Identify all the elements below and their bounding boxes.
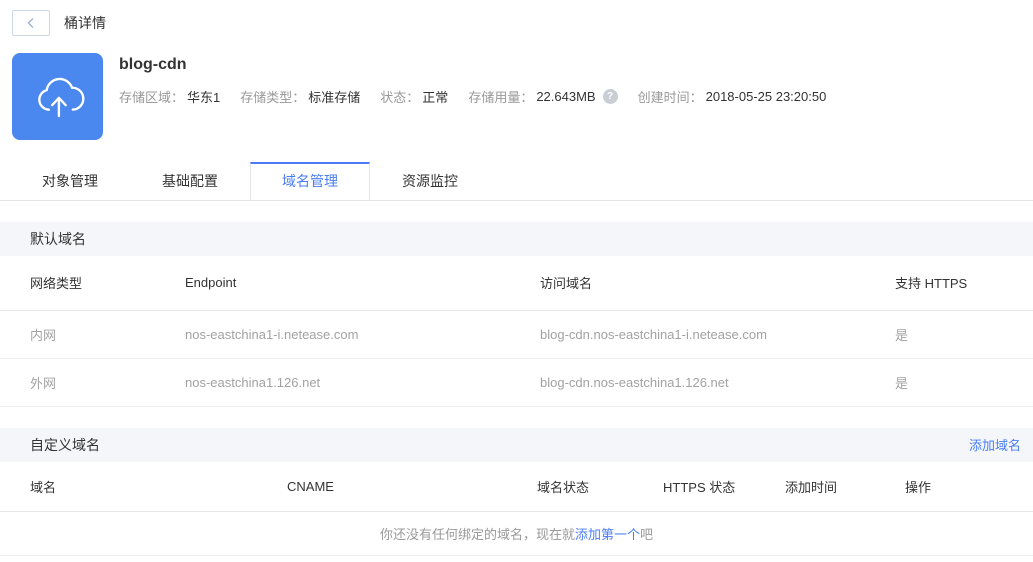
- bucket-header: blog-cdn 存储区域： 华东1 存储类型： 标准存储 状态： 正常 存储用…: [12, 53, 1033, 140]
- bucket-info-row: 存储区域： 华东1 存储类型： 标准存储 状态： 正常 存储用量： 22.643…: [119, 87, 846, 106]
- storage-usage-value: 22.643MB: [536, 89, 596, 104]
- column-domain-status: 域名状态: [537, 461, 663, 512]
- network-type-cell: 内网: [0, 310, 185, 359]
- bucket-name: blog-cdn: [119, 56, 187, 73]
- storage-type-value: 标准存储: [308, 90, 361, 105]
- storage-type-label: 存储类型：: [240, 90, 306, 105]
- column-endpoint: Endpoint: [185, 256, 540, 311]
- info-storage-type: 存储类型： 标准存储: [240, 87, 360, 106]
- empty-state: 你还没有任何绑定的域名，现在就添加第一个吧: [0, 511, 1033, 556]
- storage-region-label: 存储区域：: [119, 90, 185, 105]
- column-actions: 操作: [905, 461, 1033, 512]
- info-status: 状态： 正常: [380, 87, 448, 106]
- empty-state-text-suffix: 吧: [640, 527, 654, 542]
- column-add-time: 添加时间: [785, 461, 905, 512]
- chevron-left-icon: [25, 17, 37, 29]
- storage-region-value: 华东1: [187, 90, 221, 105]
- default-domains-section-bar: 默认域名: [0, 222, 1033, 256]
- tab-resource-monitor[interactable]: 资源监控: [370, 162, 490, 200]
- bucket-meta: blog-cdn 存储区域： 华东1 存储类型： 标准存储 状态： 正常 存储用…: [119, 53, 846, 140]
- default-domains-table: 网络类型 Endpoint 访问域名 支持 HTTPS 内网 nos-eastc…: [0, 256, 1033, 407]
- column-access-domain: 访问域名: [540, 256, 895, 311]
- created-time-value: 2018-05-25 23:20:50: [705, 89, 827, 104]
- bucket-icon: [12, 53, 103, 140]
- column-https-status: HTTPS 状态: [663, 461, 785, 512]
- https-support-cell: 是: [895, 358, 1033, 407]
- tab-bar: 对象管理 基础配置 域名管理 资源监控: [0, 162, 1033, 201]
- tab-domain-management[interactable]: 域名管理: [250, 162, 370, 200]
- column-domain: 域名: [0, 461, 287, 512]
- help-icon[interactable]: ?: [602, 89, 618, 104]
- page-title: 桶详情: [64, 15, 106, 31]
- endpoint-cell: nos-eastchina1.126.net: [185, 358, 540, 407]
- tab-object-management[interactable]: 对象管理: [10, 162, 130, 200]
- column-https-support: 支持 HTTPS: [895, 256, 1033, 311]
- topbar: 桶详情: [0, 0, 1033, 36]
- info-created-time: 创建时间： 2018-05-25 23:20:50: [638, 87, 827, 106]
- tab-basic-config[interactable]: 基础配置: [130, 162, 250, 200]
- status-label: 状态：: [380, 90, 420, 105]
- empty-state-text-prefix: 你还没有任何绑定的域名，现在就: [379, 527, 575, 542]
- table-row: 外网 nos-eastchina1.126.net blog-cdn.nos-e…: [0, 358, 1033, 407]
- add-domain-button[interactable]: 添加域名: [969, 435, 1021, 454]
- table-row: 内网 nos-eastchina1-i.netease.com blog-cdn…: [0, 310, 1033, 359]
- info-storage-usage: 存储用量： 22.643MB ?: [468, 87, 618, 106]
- custom-domains-table: 域名 CNAME 域名状态 HTTPS 状态 添加时间 操作 你还没有任何绑定的…: [0, 461, 1033, 556]
- network-type-cell: 外网: [0, 358, 185, 407]
- custom-domains-section-bar: 自定义域名 添加域名: [0, 427, 1033, 462]
- status-value: 正常: [422, 90, 449, 105]
- default-domains-section-title: 默认域名: [30, 231, 86, 247]
- column-network-type: 网络类型: [0, 256, 185, 311]
- back-button[interactable]: [12, 10, 50, 36]
- default-domains-header-row: 网络类型 Endpoint 访问域名 支持 HTTPS: [0, 256, 1033, 311]
- created-time-label: 创建时间：: [637, 90, 703, 105]
- custom-domains-section-title: 自定义域名: [30, 436, 100, 453]
- custom-domains-header-row: 域名 CNAME 域名状态 HTTPS 状态 添加时间 操作: [0, 461, 1033, 512]
- endpoint-cell: nos-eastchina1-i.netease.com: [185, 310, 540, 359]
- cloud-upload-icon: [29, 68, 87, 126]
- add-first-domain-link[interactable]: 添加第一个: [575, 527, 640, 542]
- column-cname: CNAME: [287, 461, 537, 512]
- storage-usage-label: 存储用量：: [468, 90, 534, 105]
- access-domain-cell: blog-cdn.nos-eastchina1.126.net: [540, 358, 895, 407]
- empty-state-row: 你还没有任何绑定的域名，现在就添加第一个吧: [0, 511, 1033, 556]
- https-support-cell: 是: [895, 310, 1033, 359]
- info-storage-region: 存储区域： 华东1: [119, 87, 220, 106]
- access-domain-cell: blog-cdn.nos-eastchina1-i.netease.com: [540, 310, 895, 359]
